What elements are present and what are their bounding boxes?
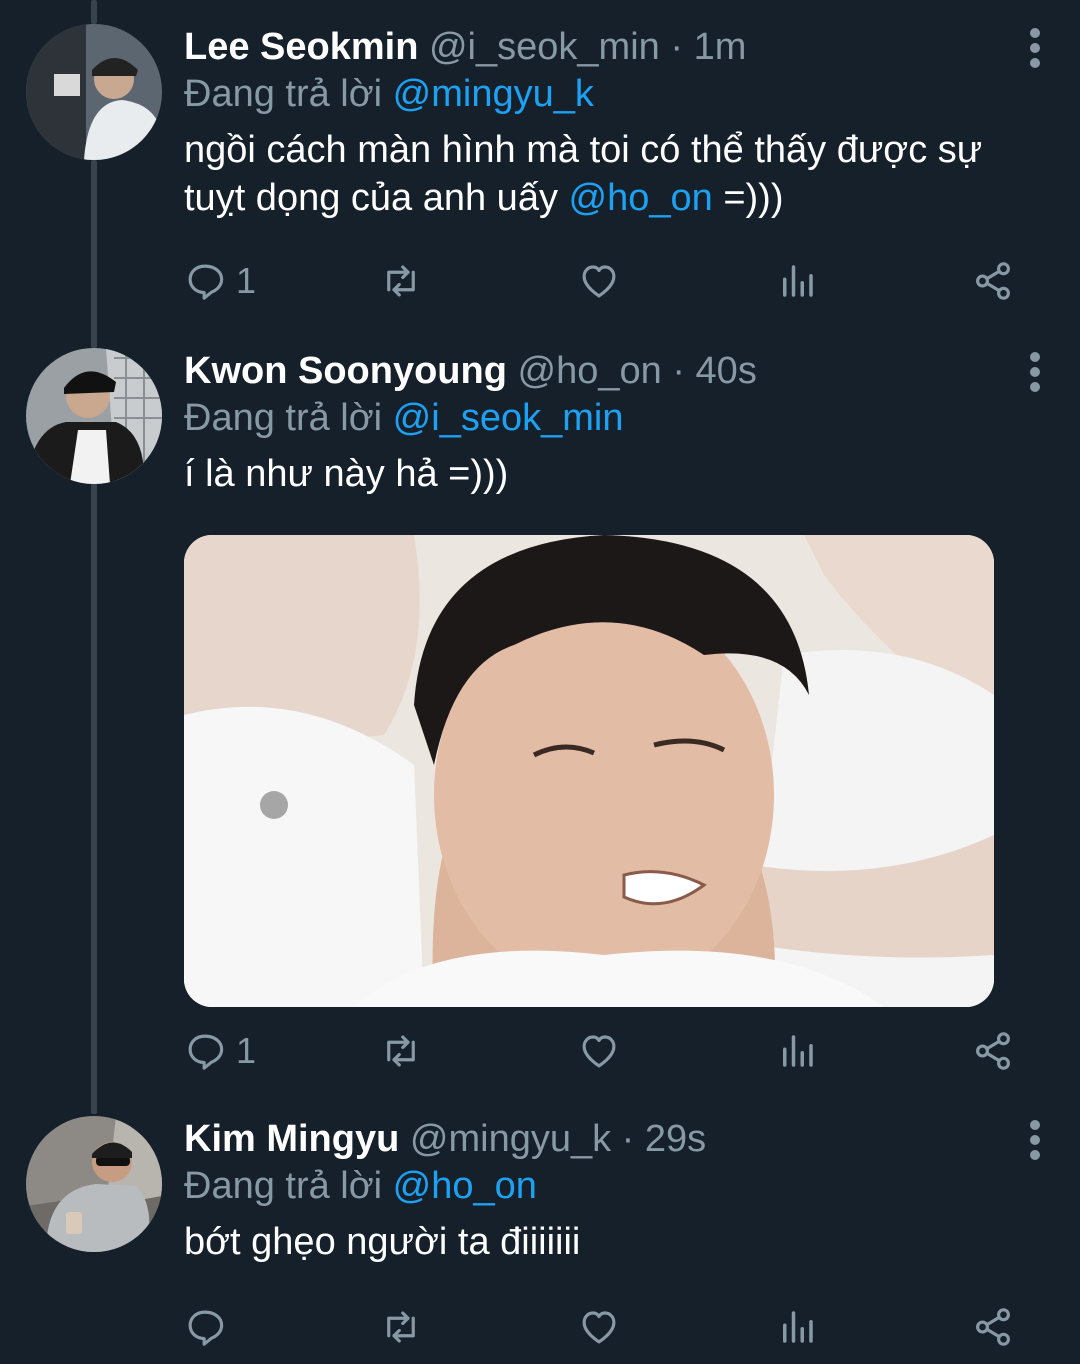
more-vertical-icon[interactable] <box>1028 352 1042 392</box>
share-icon <box>976 1308 1010 1346</box>
reply-to-link[interactable]: @i_seok_min <box>393 397 624 439</box>
mention-link[interactable]: @ho_on <box>569 177 713 219</box>
author-handle[interactable]: @mingyu_k <box>410 1118 611 1160</box>
tweet-media-image[interactable] <box>184 535 994 1007</box>
author-handle[interactable]: @ho_on <box>518 350 662 392</box>
tweet-text: í là như này hả =))) <box>184 453 509 495</box>
separator: · <box>621 1118 635 1160</box>
reply-icon <box>188 1310 224 1346</box>
reply-button[interactable]: 1 <box>184 256 256 306</box>
action-bar: 1 <box>184 256 1034 306</box>
analytics-icon <box>783 1035 813 1067</box>
retweet-button[interactable] <box>380 1302 422 1352</box>
more-vertical-icon[interactable] <box>1028 28 1042 68</box>
share-button[interactable] <box>972 256 1014 306</box>
tweet-lee-seokmin[interactable]: Lee Seokmin @i_seok_min · 1m Đang trả lờ… <box>0 0 1080 330</box>
tweet-kim-mingyu[interactable]: Kim Mingyu @mingyu_k · 29s Đang trả lời … <box>0 1116 1080 1364</box>
more-vertical-icon[interactable] <box>1028 1120 1042 1160</box>
analytics-button[interactable] <box>776 1302 818 1352</box>
separator: · <box>670 26 683 68</box>
reply-count: 1 <box>236 260 257 301</box>
share-button[interactable] <box>972 1026 1014 1076</box>
retweet-icon <box>387 1035 415 1067</box>
timestamp[interactable]: 29s <box>645 1118 706 1160</box>
reply-to-link[interactable]: @mingyu_k <box>393 73 594 115</box>
retweet-icon <box>387 1311 415 1343</box>
tweet-text-end: =))) <box>723 177 784 219</box>
reply-icon <box>188 1034 224 1070</box>
analytics-icon <box>783 1311 813 1343</box>
action-bar <box>184 1302 1034 1352</box>
like-button[interactable] <box>578 1026 620 1076</box>
reply-count: 1 <box>236 1030 257 1071</box>
reply-prefix: Đang trả lời <box>184 1165 383 1207</box>
separator: · <box>672 350 685 392</box>
retweet-button[interactable] <box>380 1026 422 1076</box>
author-name[interactable]: Lee Seokmin <box>184 26 418 68</box>
timestamp[interactable]: 1m <box>694 26 747 68</box>
author-handle[interactable]: @i_seok_min <box>429 26 660 68</box>
avatar[interactable] <box>26 348 162 484</box>
analytics-button[interactable] <box>776 1026 818 1076</box>
reply-to-link[interactable]: @ho_on <box>393 1165 537 1207</box>
like-button[interactable] <box>578 256 620 306</box>
heart-icon <box>582 1311 616 1344</box>
author-name[interactable]: Kwon Soonyoung <box>184 350 507 392</box>
heart-icon <box>582 265 616 298</box>
retweet-icon <box>387 265 415 297</box>
reply-prefix: Đang trả lời <box>184 397 383 439</box>
author-name[interactable]: Kim Mingyu <box>184 1118 399 1160</box>
reply-prefix: Đang trả lời <box>184 73 383 115</box>
timestamp[interactable]: 40s <box>696 350 757 392</box>
like-button[interactable] <box>578 1302 620 1352</box>
analytics-icon <box>783 265 813 297</box>
tweet-text: ngồi cách màn hình mà toi có thể thấy đư… <box>184 126 1050 222</box>
share-button[interactable] <box>972 1302 1014 1352</box>
reply-button[interactable]: 1 <box>184 1026 256 1076</box>
retweet-button[interactable] <box>380 256 422 306</box>
avatar[interactable] <box>26 1116 162 1252</box>
reply-button[interactable] <box>184 1302 236 1352</box>
action-bar: 1 <box>184 1026 1034 1076</box>
avatar[interactable] <box>26 24 162 160</box>
share-icon <box>976 1032 1010 1070</box>
tweet-text: bớt ghẹo người ta điiiiiii <box>184 1221 581 1263</box>
reply-icon <box>188 264 224 300</box>
heart-icon <box>582 1035 616 1068</box>
share-icon <box>976 262 1010 300</box>
analytics-button[interactable] <box>776 256 818 306</box>
